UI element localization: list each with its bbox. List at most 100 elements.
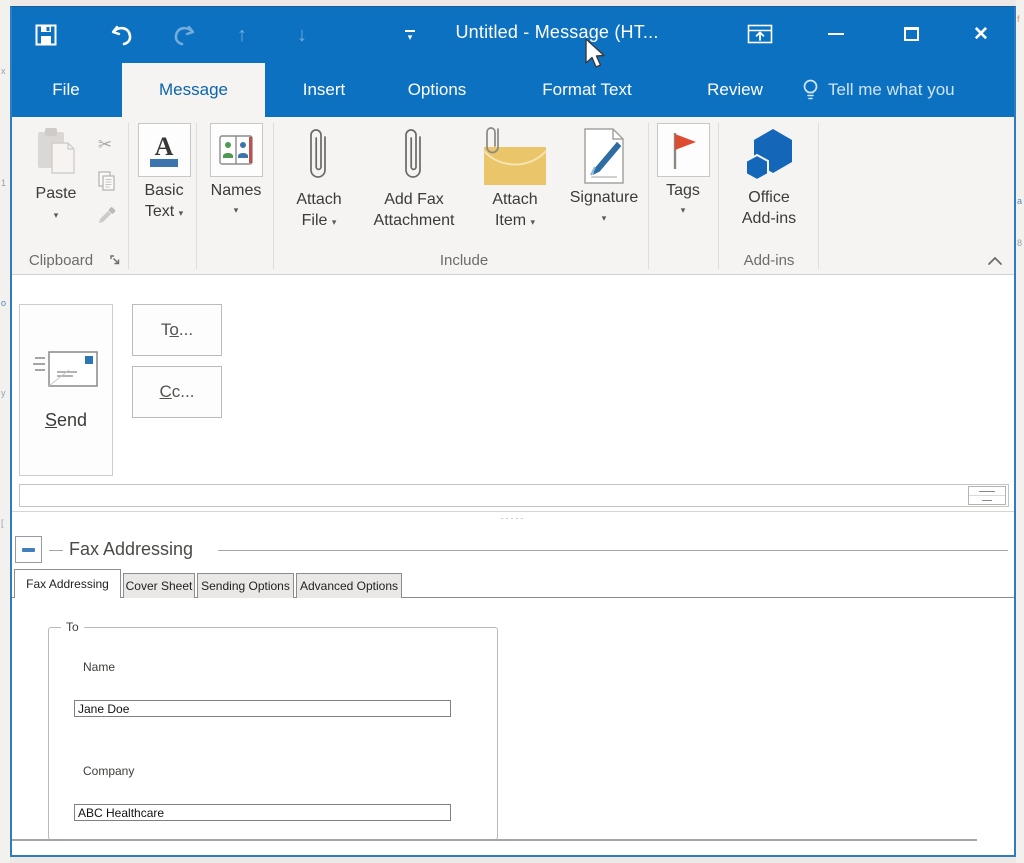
arrow-up-icon: ↑ — [237, 25, 247, 45]
attach-file-label-1: Attach — [296, 191, 341, 208]
expander-row[interactable] — [969, 496, 1005, 504]
chevron-up-icon — [987, 256, 1003, 266]
office-add-ins-label-1: Office — [748, 189, 790, 206]
company-input[interactable] — [74, 804, 451, 821]
envelope-paperclip-icon — [480, 125, 550, 187]
send-button[interactable]: Send — [19, 304, 113, 476]
group-divider — [648, 123, 649, 269]
undo-icon — [109, 24, 135, 46]
to-groupbox: To Name Company — [48, 627, 498, 840]
format-painter-button[interactable] — [94, 203, 120, 227]
undo-button[interactable] — [106, 19, 138, 51]
company-label: Company — [83, 764, 134, 778]
background-window-fragment: f — [1017, 14, 1020, 24]
cc-button-label: Cc... — [160, 382, 195, 402]
paste-button[interactable]: Paste ▾ — [26, 123, 86, 220]
basic-text-label-2: Text — [145, 203, 174, 220]
cc-button[interactable]: Cc... — [132, 366, 222, 418]
names-label: Names — [211, 180, 262, 201]
address-book-icon — [210, 123, 263, 177]
redo-icon — [171, 24, 197, 46]
fax-tab-advanced-options[interactable]: Advanced Options — [296, 573, 402, 598]
tab-format-text[interactable]: Format Text — [512, 63, 662, 117]
fax-pane-title: Fax Addressing — [69, 539, 193, 560]
save-button[interactable] — [30, 19, 62, 51]
previous-item-button[interactable]: ↑ — [226, 19, 258, 51]
ribbon-display-options-button[interactable] — [740, 17, 780, 51]
pane-bottom-rule — [12, 839, 977, 841]
tags-label: Tags — [666, 180, 700, 201]
tab-options[interactable]: Options — [387, 63, 487, 117]
signature-label: Signature — [570, 189, 639, 206]
attach-item-button[interactable]: Attach Item ▾ — [470, 123, 560, 231]
chevron-down-icon: ▾ — [54, 210, 59, 220]
save-icon — [35, 24, 57, 46]
attachment-bar[interactable] — [19, 484, 1009, 507]
tab-insert[interactable]: Insert — [278, 63, 370, 117]
fax-tab-cover-sheet[interactable]: Cover Sheet — [123, 573, 195, 598]
redo-button[interactable] — [168, 19, 200, 51]
compose-header: Send To... Test Fax Recipient (Business … — [12, 275, 1014, 511]
basic-text-button[interactable]: A Basic Text ▾ — [136, 123, 192, 222]
chevron-down-icon: ▾ — [602, 213, 607, 223]
chevron-down-icon: ▾ — [681, 205, 686, 215]
collapse-fax-pane-button[interactable] — [15, 536, 42, 563]
attach-item-label-2: Item — [495, 212, 526, 229]
tab-file[interactable]: File — [26, 63, 106, 117]
hexagons-icon — [739, 127, 799, 185]
chevron-down-icon: ▾ — [531, 217, 536, 227]
tab-review[interactable]: Review — [690, 63, 780, 117]
collapse-ribbon-button[interactable] — [982, 249, 1008, 273]
add-fax-attachment-label-1: Add Fax — [384, 191, 444, 208]
copy-button[interactable] — [94, 169, 120, 193]
ribbon-display-options-icon — [747, 22, 773, 46]
name-input[interactable] — [74, 700, 451, 717]
maximize-icon — [904, 27, 919, 41]
office-add-ins-label-2: Add-ins — [742, 210, 796, 227]
minimize-button[interactable] — [816, 17, 856, 51]
close-button[interactable]: ✕ — [961, 17, 1001, 51]
attachment-bar-expander[interactable] — [968, 486, 1006, 505]
to-button[interactable]: To... — [132, 304, 222, 356]
paste-icon — [34, 127, 78, 179]
maximize-button[interactable] — [891, 17, 931, 51]
minus-icon — [22, 548, 35, 552]
fax-tab-fax-addressing[interactable]: Fax Addressing — [14, 569, 121, 598]
signature-button[interactable]: Signature ▾ — [560, 123, 648, 223]
scissors-icon: ✂ — [98, 135, 112, 155]
signature-pen-icon — [577, 127, 631, 187]
attach-file-label-2: File — [302, 212, 328, 229]
cut-button[interactable]: ✂ — [92, 133, 118, 157]
splitter-handle[interactable]: ····· — [12, 513, 1014, 525]
fax-addressing-pane: Fax Addressing Fax Addressing Cover Shee… — [12, 525, 1014, 848]
attach-file-button[interactable]: Attach File ▾ — [280, 123, 358, 231]
tell-me-text: Tell me what you — [828, 80, 955, 100]
header-rule — [218, 550, 1008, 551]
office-add-ins-button[interactable]: Office Add-ins — [724, 123, 814, 229]
attach-item-label-1: Attach — [492, 191, 537, 208]
group-divider — [718, 123, 719, 269]
to-button-label: To... — [161, 320, 193, 340]
background-window-fragment: y — [1, 388, 6, 398]
copy-icon — [97, 170, 117, 192]
font-basic-text-icon: A — [138, 123, 191, 177]
add-fax-attachment-button[interactable]: Add Fax Attachment — [352, 123, 476, 231]
header-rule — [49, 550, 63, 551]
background-window-left: x 1 o y [ — [0, 0, 10, 863]
send-envelope-icon — [33, 350, 99, 388]
paperclip-icon — [306, 125, 332, 187]
mouse-cursor — [584, 38, 608, 70]
clipboard-dialog-launcher[interactable] — [106, 251, 124, 269]
expander-row[interactable] — [969, 487, 1005, 496]
tab-message[interactable]: Message — [122, 63, 265, 117]
next-item-button[interactable]: ↓ — [286, 19, 318, 51]
tags-button[interactable]: Tags ▾ — [654, 123, 712, 215]
fax-tab-sending-options[interactable]: Sending Options — [197, 573, 294, 598]
to-groupbox-label: To — [61, 620, 84, 634]
paste-label: Paste — [36, 183, 77, 204]
window-title: Untitled - Message (HT... — [392, 22, 722, 43]
tell-me-box[interactable]: Tell me what you — [802, 63, 955, 117]
chevron-down-icon: ▾ — [234, 205, 239, 215]
names-button[interactable]: Names ▾ — [206, 123, 266, 215]
background-window-fragment: 1 — [1, 178, 6, 188]
